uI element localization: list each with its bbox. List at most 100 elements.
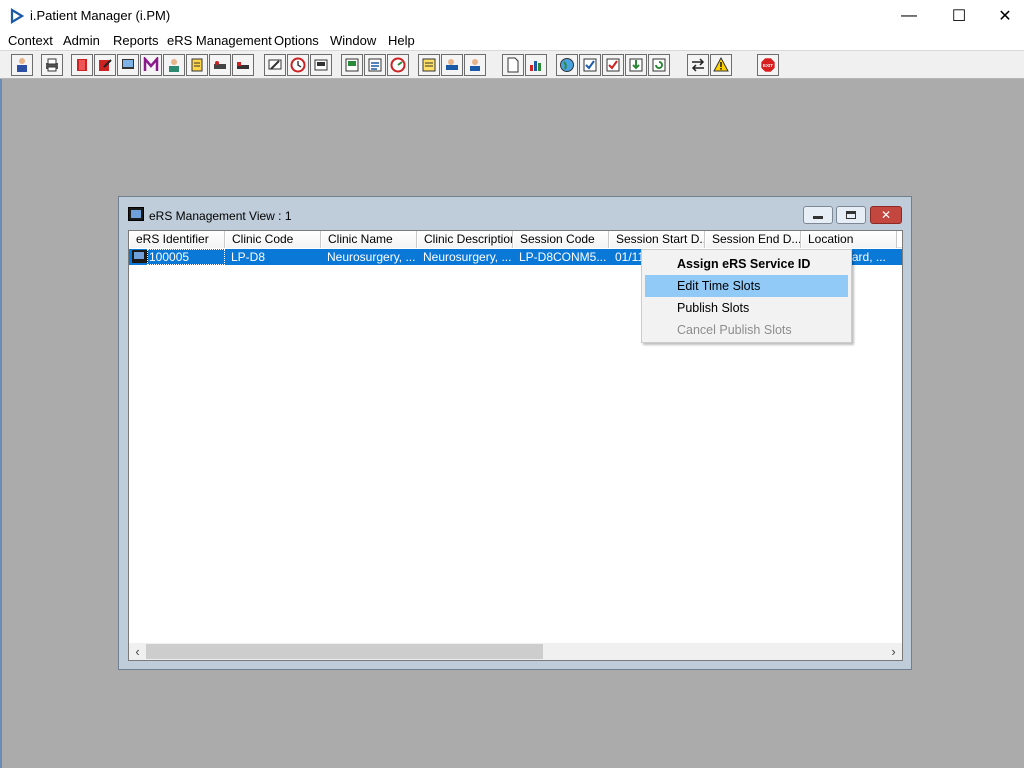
report-icon xyxy=(345,58,359,72)
doctor-button[interactable] xyxy=(163,54,185,76)
child-window-title: eRS Management View : 1 xyxy=(149,209,292,223)
edit-button[interactable] xyxy=(94,54,116,76)
book-icon xyxy=(77,59,87,71)
minimize-icon: — xyxy=(901,6,917,24)
cell-clinic-description: Neurosurgery, ... xyxy=(423,250,512,264)
bed-button[interactable] xyxy=(232,54,254,76)
scroll-right-icon[interactable]: › xyxy=(885,643,902,660)
scan-button[interactable] xyxy=(264,54,286,76)
scan-icon xyxy=(268,59,282,70)
list-button[interactable] xyxy=(364,54,386,76)
clock-icon xyxy=(290,57,306,73)
ward-button[interactable] xyxy=(209,54,231,76)
close-icon: ✕ xyxy=(880,208,892,222)
gauge-icon xyxy=(390,57,406,73)
warning-button[interactable] xyxy=(710,54,732,76)
column-session-code[interactable]: Session Code xyxy=(513,231,609,248)
app-title: i.Patient Manager (i.PM) xyxy=(30,8,171,23)
menu-window[interactable]: Window xyxy=(330,33,376,48)
transfer-button[interactable] xyxy=(441,54,463,76)
maximize-button[interactable]: ☐ xyxy=(936,0,982,31)
download-button[interactable] xyxy=(625,54,647,76)
app-logo-icon xyxy=(10,8,24,24)
document-icon xyxy=(507,57,519,73)
warning-icon xyxy=(713,57,729,72)
chart-button[interactable] xyxy=(525,54,547,76)
m-button[interactable] xyxy=(140,54,162,76)
bed-icon xyxy=(237,62,249,69)
swap-button[interactable] xyxy=(687,54,709,76)
column-ers-identifier[interactable]: eRS Identifier xyxy=(129,231,225,248)
minimize-button[interactable]: — xyxy=(886,0,932,31)
scroll-left-icon[interactable]: ‹ xyxy=(129,643,146,660)
column-header-row: eRS Identifier Clinic Code Clinic Name C… xyxy=(129,231,902,248)
horizontal-scrollbar[interactable]: ‹ › xyxy=(129,643,902,660)
check-list-button[interactable] xyxy=(579,54,601,76)
child-restore-button[interactable] xyxy=(836,206,866,224)
menu-item-publish-slots[interactable]: Publish Slots xyxy=(645,297,848,319)
menu-item-edit-time-slots[interactable]: Edit Time Slots xyxy=(645,275,848,297)
document-button[interactable] xyxy=(502,54,524,76)
report-button[interactable] xyxy=(341,54,363,76)
admit-button[interactable] xyxy=(464,54,486,76)
transfer-icon xyxy=(446,59,458,70)
notes-icon xyxy=(191,58,203,72)
gauge-button[interactable] xyxy=(387,54,409,76)
ward-icon xyxy=(214,61,226,69)
menu-bar: Context Admin Reports eRS Management Opt… xyxy=(0,31,1024,51)
refresh-button[interactable] xyxy=(648,54,670,76)
menu-context[interactable]: Context xyxy=(8,33,53,48)
child-minimize-button[interactable] xyxy=(803,206,833,224)
clock-button[interactable] xyxy=(287,54,309,76)
menu-admin[interactable]: Admin xyxy=(63,33,100,48)
ers-window-icon xyxy=(128,207,144,221)
child-close-button[interactable]: ✕ xyxy=(870,206,902,224)
download-icon xyxy=(629,58,643,72)
menu-help[interactable]: Help xyxy=(388,33,415,48)
scroll-thumb[interactable] xyxy=(146,644,543,659)
toolbar: EXIT xyxy=(0,51,1024,79)
column-clinic-description[interactable]: Clinic Description xyxy=(417,231,513,248)
exit-icon: EXIT xyxy=(760,57,776,73)
screen-button[interactable] xyxy=(310,54,332,76)
globe-button[interactable] xyxy=(556,54,578,76)
edit-icon xyxy=(99,59,112,71)
chart-icon xyxy=(530,61,541,71)
note-icon xyxy=(422,58,436,72)
column-session-end[interactable]: Session End D... xyxy=(705,231,801,248)
exit-button[interactable]: EXIT xyxy=(757,54,779,76)
printer-button[interactable] xyxy=(41,54,63,76)
column-session-start[interactable]: Session Start D... xyxy=(609,231,705,248)
doctor-icon xyxy=(169,59,179,72)
column-clinic-name[interactable]: Clinic Name xyxy=(321,231,417,248)
globe-icon xyxy=(560,58,574,72)
menu-ers-management[interactable]: eRS Management xyxy=(167,33,272,48)
close-button[interactable]: ✕ xyxy=(982,0,1024,31)
menu-reports[interactable]: Reports xyxy=(113,33,159,48)
cell-session-code: LP-D8CONM5... xyxy=(519,250,607,264)
screen-icon xyxy=(314,59,328,71)
note-button[interactable] xyxy=(418,54,440,76)
admit-icon xyxy=(470,59,480,71)
cell-clinic-name: Neurosurgery, ... xyxy=(327,250,416,264)
mdi-edge xyxy=(0,79,2,768)
svg-text:EXIT: EXIT xyxy=(763,63,773,68)
book-button[interactable] xyxy=(71,54,93,76)
child-titlebar[interactable]: eRS Management View : 1 ✕ xyxy=(119,197,911,229)
task-button[interactable] xyxy=(602,54,624,76)
person-button[interactable] xyxy=(11,54,33,76)
m-icon xyxy=(143,57,159,71)
ers-row-icon xyxy=(132,250,148,263)
task-icon xyxy=(606,58,620,72)
restore-icon xyxy=(846,211,856,219)
swap-icon xyxy=(691,58,705,72)
close-icon: ✕ xyxy=(998,7,1012,25)
monitor-button[interactable] xyxy=(117,54,139,76)
column-clinic-code[interactable]: Clinic Code xyxy=(225,231,321,248)
minimize-icon xyxy=(813,216,823,219)
menu-item-assign-ers-service-id[interactable]: Assign eRS Service ID xyxy=(645,253,848,275)
context-menu: Assign eRS Service ID Edit Time Slots Pu… xyxy=(641,249,852,343)
notes-button[interactable] xyxy=(186,54,208,76)
menu-options[interactable]: Options xyxy=(274,33,319,48)
column-location[interactable]: Location xyxy=(801,231,897,248)
